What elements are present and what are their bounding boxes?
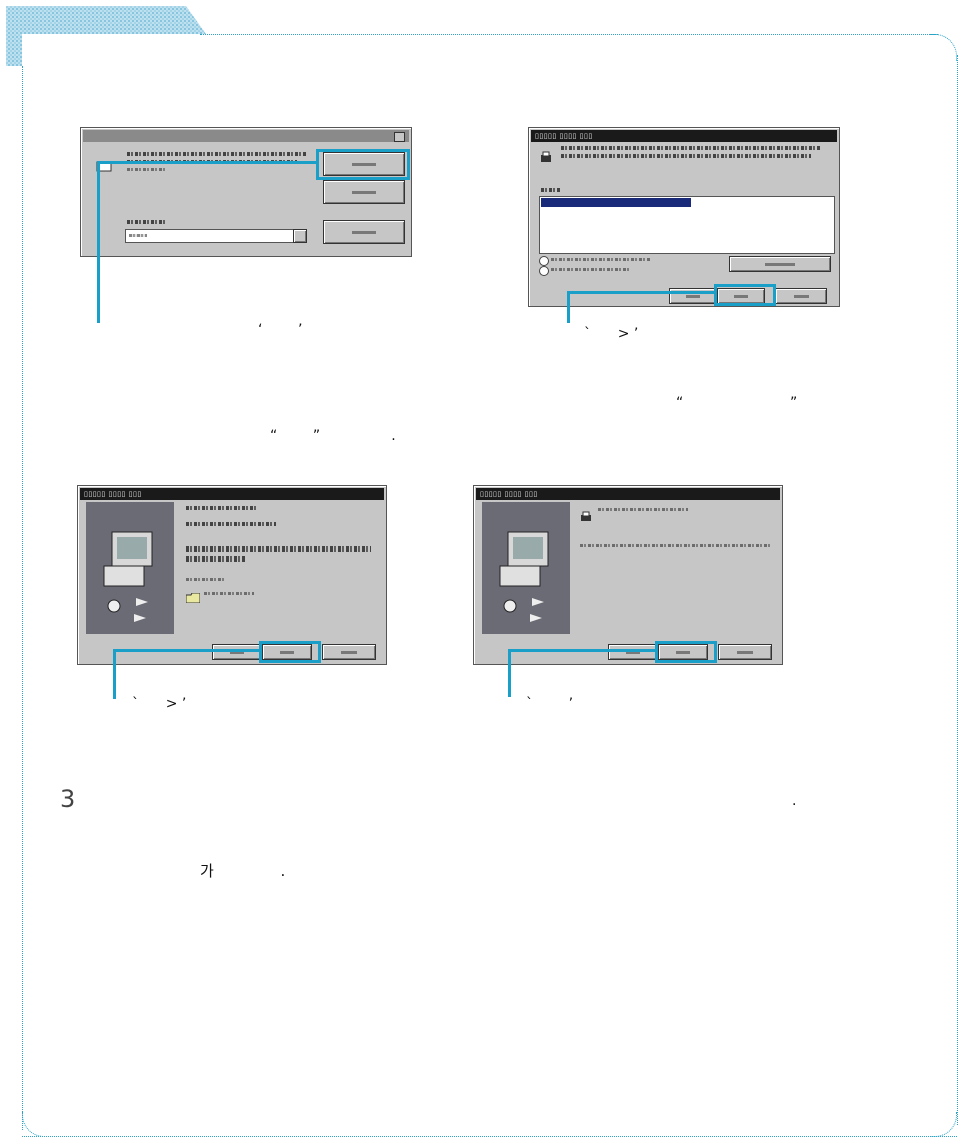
- caption-3: ` > ’: [132, 696, 187, 712]
- highlight-box: [259, 641, 321, 663]
- screenshot-run-dialog: [80, 127, 412, 257]
- dialog-text: [561, 154, 811, 158]
- dialog-text: [551, 258, 651, 261]
- cancel-button: [775, 288, 827, 304]
- screenshot-hardware-wizard-path: ▯▯▯▯▯ ▯▯▯▯ ▯▯▯: [528, 127, 840, 307]
- frame-top-border: [200, 34, 938, 35]
- cancel-button: [718, 644, 772, 660]
- wizard-side-panel: [482, 502, 570, 634]
- cancel-button: [322, 644, 376, 660]
- driver-list-box: [539, 196, 835, 254]
- dialog-text: [204, 592, 254, 595]
- select-from-disk-button: [729, 256, 831, 272]
- highlight-box: [655, 641, 717, 663]
- callout-line: [113, 649, 262, 652]
- callout-line: [97, 161, 319, 164]
- callout-line: [113, 649, 116, 699]
- callout-line: [567, 291, 570, 323]
- dialog-text: [186, 556, 246, 562]
- back-button: [212, 644, 262, 660]
- folder-icon: [185, 588, 201, 604]
- dialog-titlebar: ▯▯▯▯▯ ▯▯▯▯ ▯▯▯: [531, 130, 837, 142]
- back-button: [608, 644, 658, 660]
- caption-1: ‘ ’: [258, 322, 303, 338]
- field-label: [127, 220, 167, 224]
- browse-button: [323, 220, 405, 244]
- paragraph-line-1: “ ”: [676, 395, 798, 411]
- caption-2: ` > ’: [584, 326, 639, 342]
- frame-corner: [22, 1112, 47, 1137]
- dialog-text: [580, 544, 770, 547]
- callout-line: [508, 649, 511, 697]
- dialog-text: [127, 152, 307, 156]
- dialog-titlebar: ▯▯▯▯▯ ▯▯▯▯ ▯▯▯: [476, 488, 780, 500]
- wizard-side-panel: [86, 502, 174, 634]
- dialog-text: [551, 268, 631, 271]
- dialog-titlebar: [83, 130, 409, 142]
- frame-left-border: [22, 66, 23, 1130]
- frame-right-border: [957, 55, 958, 1125]
- computer-icon: [499, 531, 549, 622]
- dialog-text: [186, 578, 226, 581]
- dialog-text: [186, 506, 256, 510]
- step-number: 3: [60, 785, 76, 813]
- frame-corner: [930, 34, 957, 61]
- printer-icon: [580, 508, 592, 521]
- frame-corner: [930, 1112, 957, 1137]
- dialog-text: [127, 168, 167, 171]
- callout-line: [567, 291, 717, 294]
- path-input-field: [125, 229, 307, 243]
- screenshot-hardware-wizard-confirm: ▯▯▯▯▯ ▯▯▯▯ ▯▯▯: [77, 485, 387, 665]
- callout-line: [508, 649, 658, 652]
- callout-line: [97, 161, 100, 323]
- paragraph-line-2: “ ” .: [270, 428, 396, 444]
- screenshot-hardware-wizard-finish: ▯▯▯▯▯ ▯▯▯▯ ▯▯▯: [473, 485, 783, 665]
- dialog-text: [598, 508, 688, 511]
- dialog-titlebar: ▯▯▯▯▯ ▯▯▯▯ ▯▯▯: [80, 488, 384, 500]
- radio-icon: [539, 266, 549, 276]
- caption-4: ` ’: [526, 696, 574, 712]
- dialog-text: [186, 522, 276, 526]
- cancel-button: [323, 180, 405, 204]
- step-sentence-end: .: [792, 793, 797, 809]
- computer-icon: [103, 531, 153, 622]
- header-tab-decoration: [6, 6, 206, 66]
- dropdown-arrow-icon: [293, 229, 307, 243]
- dialog-text: [561, 146, 821, 150]
- dialog-text: [186, 546, 371, 552]
- highlight-box: [316, 149, 410, 180]
- close-icon: [394, 132, 405, 142]
- frame-bottom-border: [22, 1136, 957, 1137]
- printer-icon: [539, 150, 553, 164]
- highlight-box: [714, 284, 776, 306]
- radio-icon: [539, 256, 549, 266]
- step-text: 가 .: [200, 862, 286, 880]
- field-label: [541, 188, 561, 192]
